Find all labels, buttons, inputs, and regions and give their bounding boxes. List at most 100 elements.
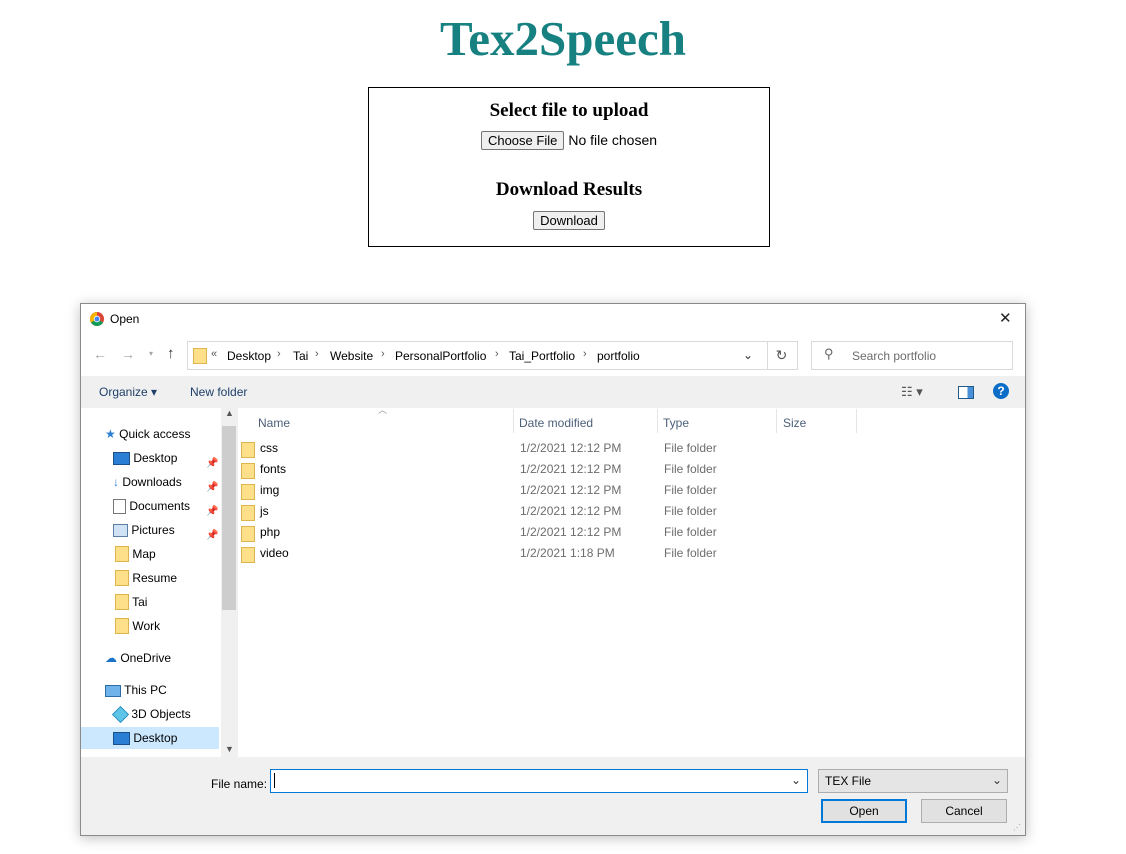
file-type: File folder [664, 441, 717, 455]
folder-icon [241, 505, 255, 521]
file-row[interactable]: css 1/2/2021 12:12 PM File folder [241, 438, 856, 459]
folder-icon [193, 348, 207, 364]
resize-grip-icon[interactable]: ⋰ [1013, 823, 1021, 832]
nav-resume[interactable]: Resume [115, 567, 177, 589]
computer-icon [105, 684, 121, 697]
folder-icon [241, 526, 255, 542]
nav-documents[interactable]: Documents 📌 [113, 495, 221, 517]
nav-label: OneDrive [120, 651, 172, 665]
column-date-modified[interactable]: Date modified [519, 412, 593, 434]
column-name[interactable]: Name [258, 412, 290, 434]
preview-pane-icon[interactable] [958, 386, 974, 399]
file-date: 1/2/2021 12:12 PM [520, 441, 622, 455]
nav-scrollbar-thumb[interactable] [222, 426, 236, 610]
scroll-down-icon[interactable]: ▼ [225, 744, 234, 754]
desktop-icon [113, 732, 130, 746]
nav-label: Desktop [133, 731, 178, 745]
breadcrumb-portfolio[interactable]: portfolio [597, 349, 640, 363]
dialog-footer: File name: ⌄ TEX File ⌄ Open Cancel ⋰ [81, 757, 1025, 835]
file-date: 1/2/2021 12:12 PM [520, 483, 622, 497]
download-heading: Download Results [495, 179, 643, 200]
nav-3d-objects[interactable]: 3D Objects [112, 703, 191, 725]
search-field[interactable]: ⚲ Search portfolio [811, 341, 1013, 370]
nav-map[interactable]: Map [115, 543, 156, 565]
nav-work[interactable]: Work [115, 615, 160, 637]
file-row[interactable]: fonts 1/2/2021 12:12 PM File folder [241, 459, 856, 480]
nav-label: 3D Objects [131, 707, 191, 721]
dialog-title: Open [110, 312, 140, 326]
nav-downloads[interactable]: ↓ Downloads 📌 [113, 471, 221, 493]
no-file-text: No file chosen [568, 132, 658, 148]
nav-this-pc[interactable]: This PC [105, 679, 167, 701]
folder-icon [241, 484, 255, 500]
file-row[interactable]: js 1/2/2021 12:12 PM File folder [241, 501, 856, 522]
choose-file-button[interactable]: Choose File [480, 131, 565, 150]
3d-objects-icon [112, 706, 129, 724]
breadcrumb-tai-portfolio[interactable]: Tai_Portfolio [509, 349, 575, 363]
folder-icon [241, 547, 255, 563]
upload-heading: Select file to upload [489, 100, 649, 121]
forward-arrow-icon[interactable]: → [121, 346, 135, 362]
breadcrumb-website[interactable]: Website [330, 349, 373, 363]
file-type: File folder [664, 462, 717, 476]
folder-icon [241, 442, 255, 458]
file-input-row: Choose File No file chosen [369, 131, 769, 150]
help-icon[interactable]: ? [993, 383, 1009, 399]
upload-panel: Select file to upload Choose File No file… [368, 87, 770, 247]
file-type: File folder [664, 483, 717, 497]
scroll-up-icon[interactable]: ▲ [225, 408, 234, 418]
cloud-icon: ☁ [105, 651, 117, 665]
new-folder-button[interactable]: New folder [190, 385, 247, 399]
sort-ascending-icon: ︿ [378, 405, 388, 415]
refresh-icon[interactable]: ↻ [766, 341, 798, 370]
nav-desktop[interactable]: Desktop 📌 [113, 447, 221, 469]
open-button[interactable]: Open [821, 799, 907, 823]
cancel-button[interactable]: Cancel [921, 799, 1007, 823]
file-type: File folder [664, 525, 717, 539]
organize-button[interactable]: Organize ▾ [99, 385, 157, 399]
nav-desktop-pc[interactable]: Desktop [81, 727, 219, 749]
file-row[interactable]: img 1/2/2021 12:12 PM File folder [241, 480, 856, 501]
nav-quick-access[interactable]: ★ Quick access [105, 423, 190, 445]
file-name-dropdown-icon[interactable]: ⌄ [791, 773, 801, 787]
nav-onedrive[interactable]: ☁ OneDrive [105, 647, 171, 669]
file-name-input[interactable]: ⌄ [270, 769, 808, 793]
address-dropdown-chevron-icon[interactable]: ⌄ [743, 348, 753, 362]
breadcrumb-tai[interactable]: Tai [293, 349, 308, 363]
file-type-select[interactable]: TEX File ⌄ [818, 769, 1008, 793]
recent-locations-chevron-icon[interactable]: ▾ [149, 349, 153, 358]
file-row[interactable]: php 1/2/2021 12:12 PM File folder [241, 522, 856, 543]
file-type-value: TEX File [825, 774, 872, 788]
open-file-dialog: Open ✕ ← → ▾ ↑ « Desktop › Tai › Website… [80, 303, 1026, 836]
column-size[interactable]: Size [783, 412, 806, 434]
breadcrumb-overflow[interactable]: « [211, 348, 217, 360]
nav-label: Tai [132, 595, 148, 609]
file-name: php [260, 525, 281, 539]
nav-pictures[interactable]: Pictures 📌 [113, 519, 221, 541]
address-bar[interactable]: « Desktop › Tai › Website › PersonalPort… [187, 341, 768, 370]
search-icon: ⚲ [824, 346, 834, 361]
navigation-pane: ★ Quick access Desktop 📌 ↓ Downloads 📌 Doc… [81, 408, 239, 757]
file-date: 1/2/2021 1:18 PM [520, 546, 615, 560]
column-type[interactable]: Type [663, 412, 689, 434]
nav-tai[interactable]: Tai [115, 591, 147, 613]
download-arrow-icon: ↓ [113, 475, 119, 489]
breadcrumb-personalportfolio[interactable]: PersonalPortfolio [395, 349, 486, 363]
command-bar: Organize ▾ New folder ☷ ▾ ? [81, 376, 1025, 408]
view-options-icon[interactable]: ☷ ▾ [901, 384, 923, 400]
file-date: 1/2/2021 12:12 PM [520, 504, 622, 518]
nav-label: Documents [129, 499, 191, 513]
back-arrow-icon[interactable]: ← [93, 346, 107, 362]
breadcrumb-desktop[interactable]: Desktop [227, 349, 271, 363]
nav-label: Quick access [119, 427, 191, 441]
pin-icon: 📌 [206, 530, 219, 541]
file-row[interactable]: video 1/2/2021 1:18 PM File folder [241, 543, 856, 564]
download-button[interactable]: Download [533, 211, 605, 230]
nav-label: Resume [132, 571, 178, 585]
nav-label: Pictures [131, 523, 175, 537]
file-date: 1/2/2021 12:12 PM [520, 462, 622, 476]
nav-label: Downloads [122, 475, 182, 489]
close-icon[interactable]: ✕ [999, 309, 1012, 327]
up-arrow-icon[interactable]: ↑ [167, 345, 175, 362]
search-placeholder: Search portfolio [852, 349, 937, 363]
